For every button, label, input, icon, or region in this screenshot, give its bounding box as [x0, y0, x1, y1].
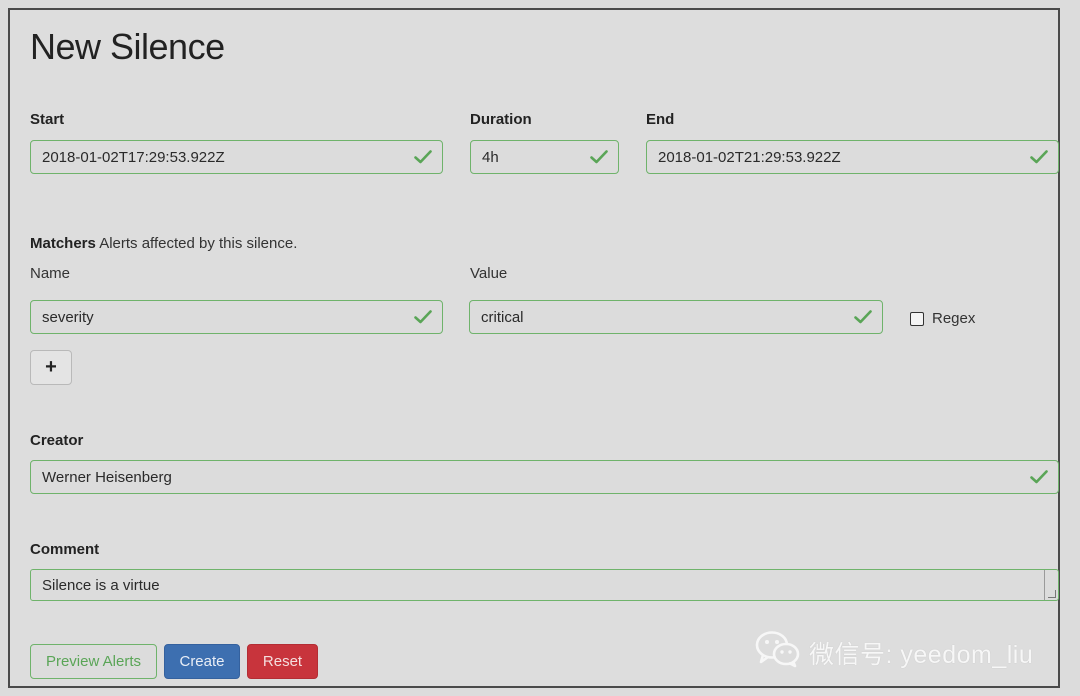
preview-alerts-button[interactable]: Preview Alerts: [30, 644, 157, 679]
duration-label: Duration: [470, 111, 532, 128]
end-input[interactable]: 2018-01-02T21:29:53.922Z: [646, 140, 1059, 174]
end-value: 2018-01-02T21:29:53.922Z: [658, 148, 841, 166]
check-icon: [588, 146, 610, 168]
start-label: Start: [30, 111, 65, 128]
matcher-name-value: severity: [42, 308, 94, 326]
matchers-label: Matchers: [30, 235, 96, 252]
page-title: New Silence: [30, 26, 225, 67]
wechat-icon: [755, 630, 801, 675]
end-label: End: [646, 111, 675, 128]
start-input[interactable]: 2018-01-02T17:29:53.922Z: [30, 140, 443, 174]
matcher-name-label: Name: [30, 265, 71, 282]
matcher-value-label: Value: [470, 265, 508, 282]
regex-checkbox[interactable]: Regex: [910, 310, 975, 327]
reset-button[interactable]: Reset: [247, 644, 318, 679]
check-icon: [412, 306, 434, 328]
comment-textarea[interactable]: Silence is a virtue: [30, 569, 1059, 601]
create-button[interactable]: Create: [164, 644, 240, 679]
creator-value: Werner Heisenberg: [42, 468, 172, 486]
resize-handle-icon[interactable]: [1044, 570, 1058, 600]
check-icon: [852, 306, 874, 328]
creator-input[interactable]: Werner Heisenberg: [30, 460, 1059, 494]
add-matcher-button[interactable]: +: [30, 350, 72, 385]
plus-icon: +: [45, 356, 57, 378]
duration-value: 4h: [482, 148, 499, 166]
duration-input[interactable]: 4h: [470, 140, 619, 174]
check-icon: [412, 146, 434, 168]
comment-label: Comment: [30, 541, 100, 558]
check-icon: [1028, 466, 1050, 488]
matchers-description: Alerts affected by this silence.: [99, 235, 298, 252]
watermark: 微信号: yeedom_liu: [755, 630, 1033, 675]
start-value: 2018-01-02T17:29:53.922Z: [42, 148, 225, 166]
check-icon: [1028, 146, 1050, 168]
watermark-text: 微信号: yeedom_liu: [809, 640, 1034, 669]
matcher-value-input[interactable]: critical: [469, 300, 883, 334]
matcher-name-input[interactable]: severity: [30, 300, 443, 334]
creator-label: Creator: [30, 432, 84, 449]
regex-label: Regex: [932, 310, 976, 327]
comment-value: Silence is a virtue: [42, 576, 160, 594]
matchers-heading: Matchers Alerts affected by this silence…: [30, 235, 297, 252]
silence-form-panel: New Silence Start 2018-01-02T17:29:53.92…: [8, 8, 1060, 688]
matcher-value-value: critical: [481, 308, 524, 326]
regex-checkbox-box[interactable]: [910, 311, 924, 326]
